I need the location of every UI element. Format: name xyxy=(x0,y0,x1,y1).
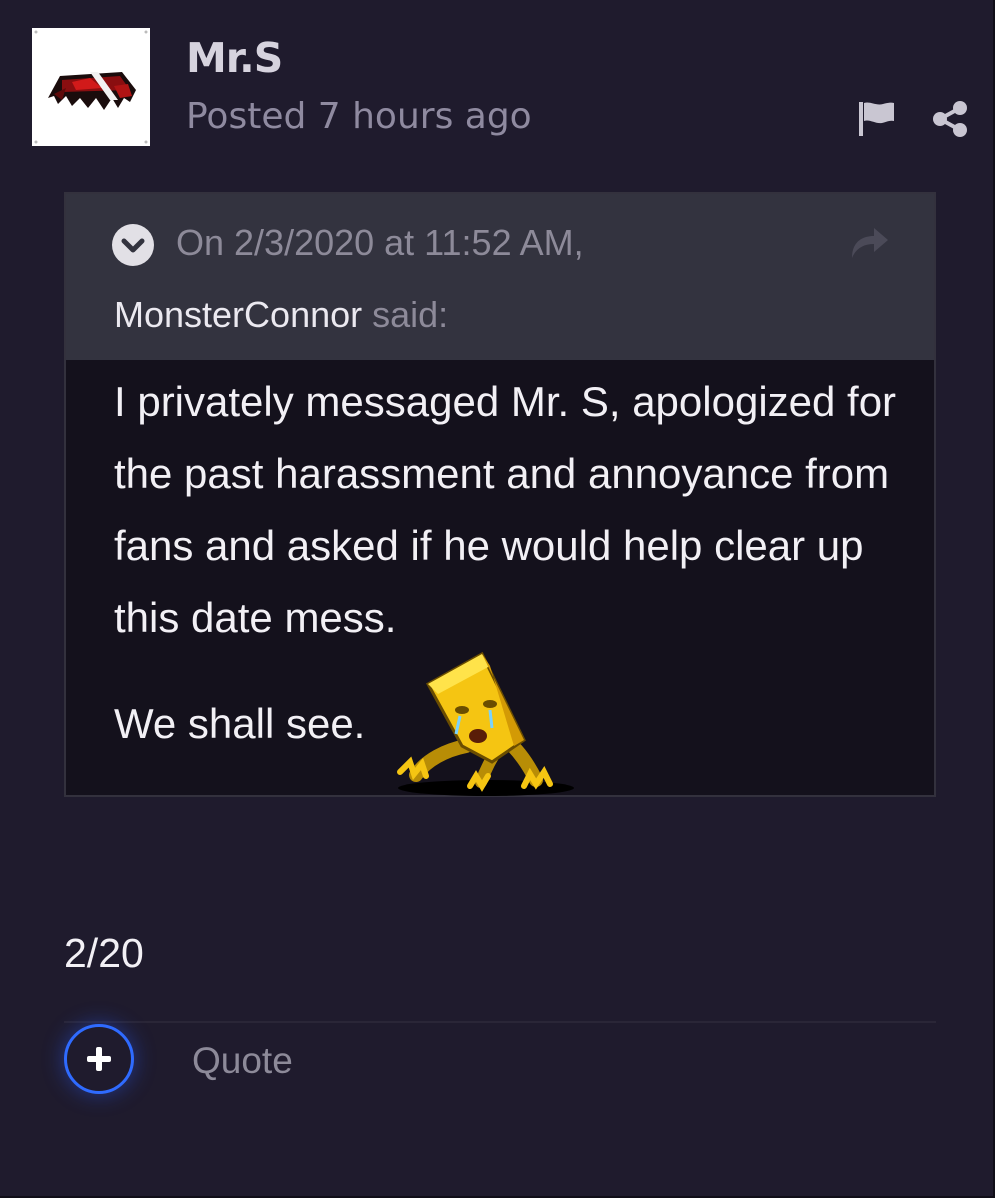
quoted-username[interactable]: MonsterConnor xyxy=(114,294,362,335)
post-content: 2/20 xyxy=(64,930,144,976)
go-to-quoted-post-icon[interactable] xyxy=(848,224,890,260)
add-reaction-button[interactable] xyxy=(64,1024,134,1094)
author-name[interactable]: Mr.S xyxy=(186,34,283,82)
quote-button[interactable]: Quote xyxy=(192,1040,293,1082)
chevron-down-icon[interactable] xyxy=(112,224,154,266)
quote-header: On 2/3/2020 at 11:52 AM, MonsterConnor s… xyxy=(66,194,934,360)
avatar-banner-icon xyxy=(32,28,150,146)
quote-date: On 2/3/2020 at 11:52 AM, xyxy=(176,222,584,263)
post-timestamp: Posted 7 hours ago xyxy=(186,96,532,137)
quote-said-label: said: xyxy=(372,294,449,335)
plus-icon xyxy=(87,1047,111,1071)
quote-attribution: MonsterConnor said: xyxy=(114,294,448,336)
quote-block: On 2/3/2020 at 11:52 AM, MonsterConnor s… xyxy=(64,192,936,797)
crying-cheese-emoticon-icon xyxy=(386,650,586,800)
author-avatar[interactable] xyxy=(32,28,150,146)
forum-post: Mr.S Posted 7 hours ago On 2/3/2020 at 1… xyxy=(0,0,995,1198)
quote-paragraph: I privately messaged Mr. S, apologized f… xyxy=(114,378,897,641)
report-flag-icon[interactable] xyxy=(856,100,896,136)
divider xyxy=(64,1021,936,1023)
share-icon[interactable] xyxy=(930,100,970,138)
